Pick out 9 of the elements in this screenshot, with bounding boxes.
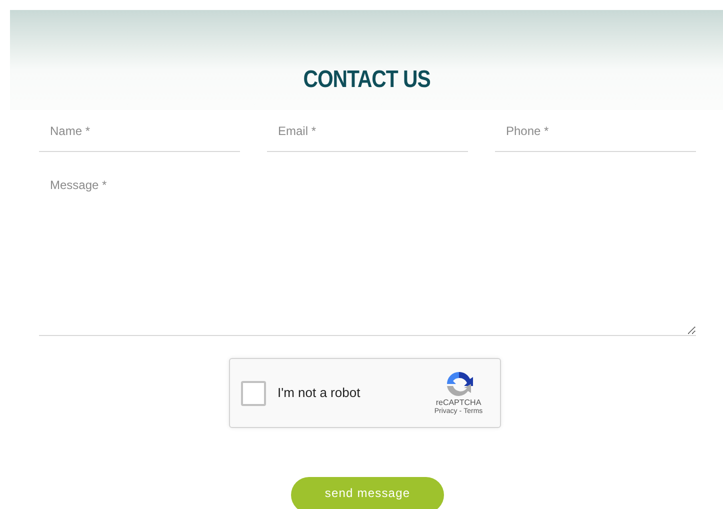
- recaptcha-logo-icon: [444, 370, 472, 398]
- captcha-brand: reCAPTCHA: [436, 398, 482, 408]
- text-field[interactable]: Phone *: [495, 110, 696, 152]
- captcha-label: I'm not a robot: [278, 384, 362, 402]
- text-field[interactable]: Email *: [267, 110, 468, 152]
- text-field[interactable]: Name *: [39, 110, 240, 152]
- message-field[interactable]: Message *: [39, 170, 696, 336]
- captcha-checkbox[interactable]: [240, 380, 266, 406]
- page-heading: CONTACT US: [302, 68, 430, 92]
